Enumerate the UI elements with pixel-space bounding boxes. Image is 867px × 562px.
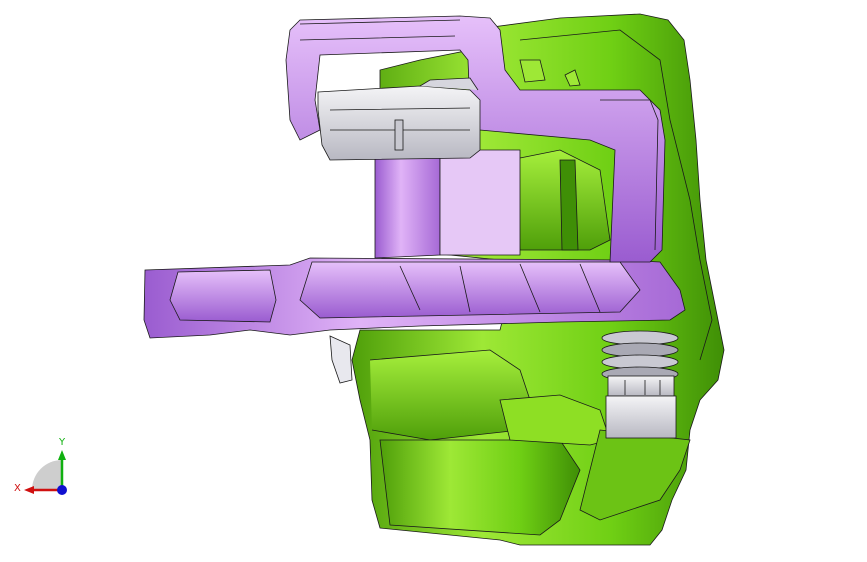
spring-bellows[interactable]	[601, 330, 679, 439]
cad-model[interactable]	[0, 0, 867, 562]
coordinate-triad: Y X	[10, 438, 80, 508]
y-axis-label: Y	[59, 437, 66, 448]
coordinate-triad-icon	[24, 450, 67, 495]
graphics-viewport[interactable]: Y X	[0, 0, 867, 562]
x-axis-label: X	[14, 483, 21, 494]
gray-connector[interactable]	[317, 77, 481, 161]
